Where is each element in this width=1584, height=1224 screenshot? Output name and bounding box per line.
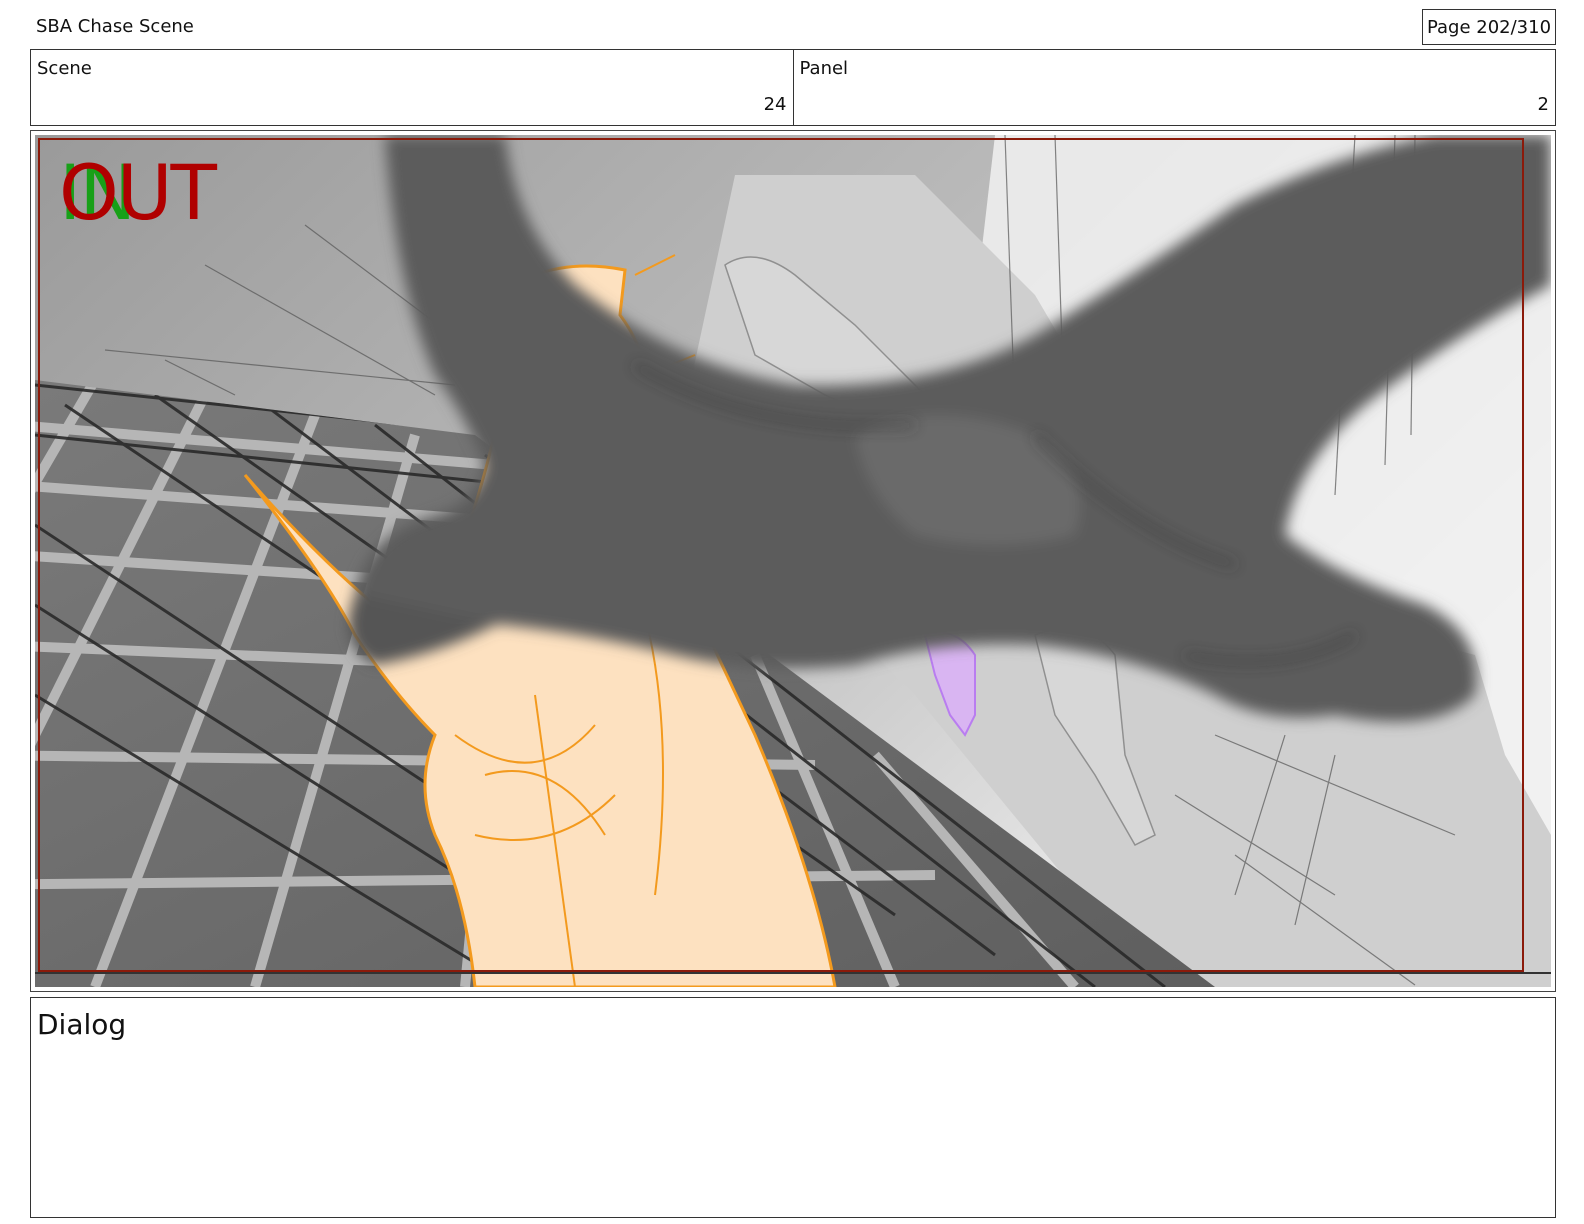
scene-cell: Scene 24 (31, 50, 793, 125)
storyboard-panel: IN OUT (30, 130, 1556, 992)
panel-artwork (35, 135, 1551, 987)
in-out-marker: IN OUT (59, 155, 259, 245)
scene-number: 24 (763, 94, 787, 115)
out-mark: OUT (59, 148, 217, 237)
panel-label: Panel (799, 58, 849, 79)
panel-number: 2 (1537, 94, 1549, 115)
page-counter: Page 202/310 (1422, 9, 1556, 45)
dialog-label: Dialog (37, 1008, 127, 1041)
document-title: SBA Chase Scene (36, 16, 194, 37)
dialog-box: Dialog (30, 997, 1556, 1218)
scene-label: Scene (37, 58, 92, 79)
scene-panel-row: Scene 24 Panel 2 (30, 49, 1556, 126)
panel-cell: Panel 2 (792, 50, 1556, 125)
